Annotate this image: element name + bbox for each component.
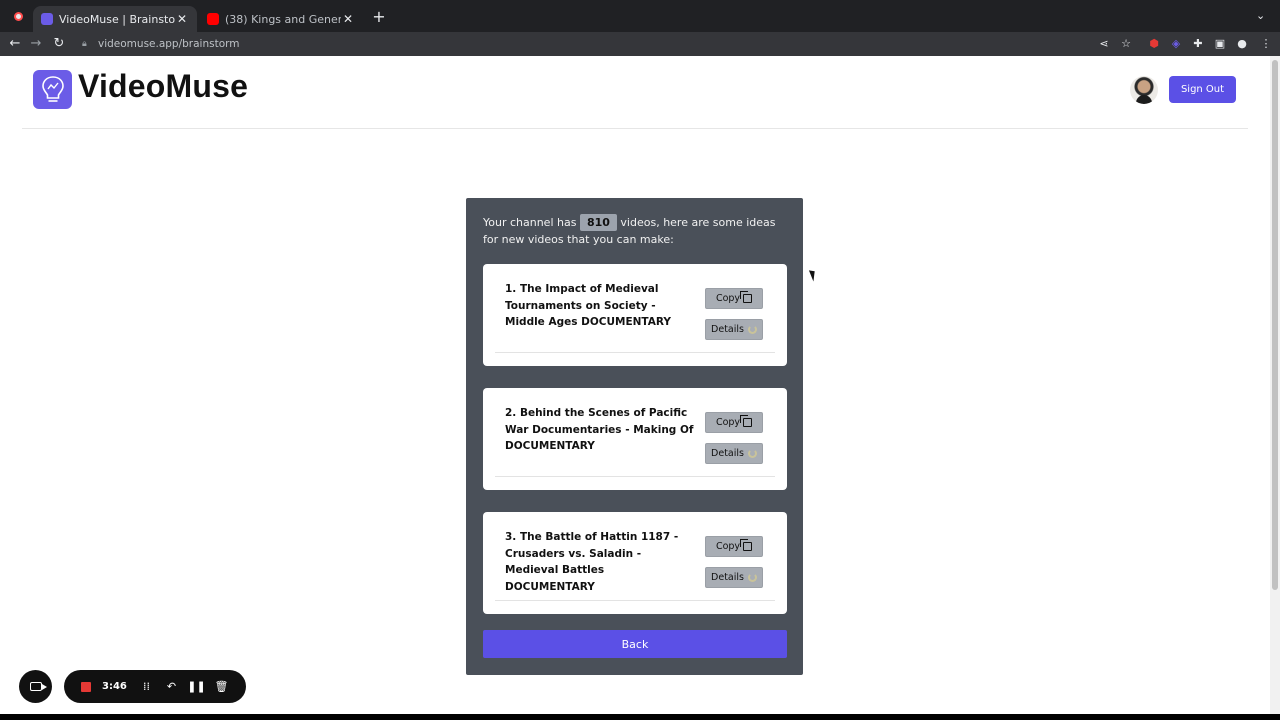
copy-button[interactable]: Copy [705,536,763,557]
copy-icon [740,415,753,427]
header-divider [22,128,1248,129]
details-button[interactable]: Details [705,567,763,588]
copy-label: Copy [715,293,741,304]
details-button[interactable]: Details [705,319,763,340]
idea-card: 2. Behind the Scenes of Pacific War Docu… [483,388,787,490]
stop-recording-icon[interactable] [81,681,91,692]
page: VideoMuse Sign Out Your channel has 810 … [0,56,1270,714]
browser-tab-strip: VideoMuse | Brainstorm ✕ (38) Kings and … [0,0,1280,32]
extension-shield-icon[interactable]: ⬢ [1146,36,1162,52]
brainstorm-panel: Your channel has 810 videos, here are so… [466,198,803,675]
grid-dots-icon[interactable]: ⁞⁞ [134,680,159,693]
scrollbar-thumb[interactable] [1272,60,1278,590]
idea-card: 1. The Impact of Medieval Tournaments on… [483,264,787,366]
loading-spinner-icon [747,573,757,582]
reload-icon[interactable]: ↻ [50,35,68,53]
card-divider [495,476,775,477]
recording-timer: 3:46 [102,681,127,692]
copy-button[interactable]: Copy [705,288,763,309]
profile-icon[interactable]: ● [1234,36,1250,52]
loading-spinner-icon [747,449,757,458]
tab-title: VideoMuse | Brainstorm [59,12,175,26]
copy-icon [740,291,753,303]
close-tab-icon[interactable]: ✕ [341,12,355,26]
details-label: Details [711,324,744,335]
address-bar[interactable]: 🔒︎ videomuse.app/brainstorm [82,34,1142,54]
lock-icon: 🔒︎ [82,39,87,49]
videomuse-favicon-icon [41,13,53,25]
intro-prefix: Your channel has [483,216,577,229]
copy-label: Copy [715,541,741,552]
tab-title: (38) Kings and Generals [225,12,341,26]
brand-name[interactable]: VideoMuse [78,68,248,105]
browser-menu-icon[interactable]: ⋮ [1258,36,1274,52]
details-label: Details [711,572,744,583]
pause-icon[interactable]: ❚❚ [184,680,209,693]
sign-out-button[interactable]: Sign Out [1169,76,1236,103]
extensions-puzzle-icon[interactable]: ✚ [1190,36,1206,52]
copy-icon [740,539,753,551]
new-tab-icon[interactable]: + [370,8,388,26]
close-tab-icon[interactable]: ✕ [175,12,189,26]
screen-bottom-edge [0,714,1280,720]
bookmark-star-icon[interactable]: ☆ [1118,36,1134,52]
browser-toolbar: ← → ↻ 🔒︎ videomuse.app/brainstorm ⋖ ☆ ⬢ … [0,32,1280,56]
url-text: videomuse.app/brainstorm [98,38,240,50]
idea-title: 2. Behind the Scenes of Pacific War Docu… [505,407,694,452]
card-divider [495,352,775,353]
loading-spinner-icon [747,325,757,334]
back-button[interactable]: Back [483,630,787,658]
card-divider [495,600,775,601]
video-camera-icon [29,682,47,691]
copy-button[interactable]: Copy [705,412,763,433]
forward-arrow-icon[interactable]: → [27,35,45,53]
recorder-controls: 3:46 ⁞⁞ ↶ ❚❚ 🗑︎ [64,670,246,703]
tab-search-chevron-icon[interactable]: ⌄ [1256,9,1265,22]
channel-summary: Your channel has 810 videos, here are so… [483,214,783,248]
page-scrollbar[interactable] [1270,56,1280,714]
side-panel-icon[interactable]: ▣ [1212,36,1228,52]
share-icon[interactable]: ⋖ [1096,36,1112,52]
idea-title: 3. The Battle of Hattin 1187 - Crusaders… [505,531,679,593]
videomuse-logo-icon[interactable] [33,70,72,109]
details-label: Details [711,448,744,459]
idea-card: 3. The Battle of Hattin 1187 - Crusaders… [483,512,787,614]
user-avatar[interactable] [1130,76,1158,104]
idea-title: 1. The Impact of Medieval Tournaments on… [505,283,671,328]
tab-videomuse[interactable]: VideoMuse | Brainstorm ✕ [33,6,197,32]
trash-icon[interactable]: 🗑︎ [209,680,234,693]
copy-label: Copy [715,417,741,428]
recording-indicator-icon [14,12,23,21]
youtube-favicon-icon [207,13,219,25]
video-count-badge: 810 [579,214,617,231]
details-button[interactable]: Details [705,443,763,464]
extension-videomuse-icon[interactable]: ◈ [1168,36,1184,52]
recorder-camera-button[interactable] [19,670,52,703]
back-arrow-icon[interactable]: ← [6,35,24,53]
tab-youtube[interactable]: (38) Kings and Generals ✕ [199,6,363,32]
undo-icon[interactable]: ↶ [159,680,184,693]
